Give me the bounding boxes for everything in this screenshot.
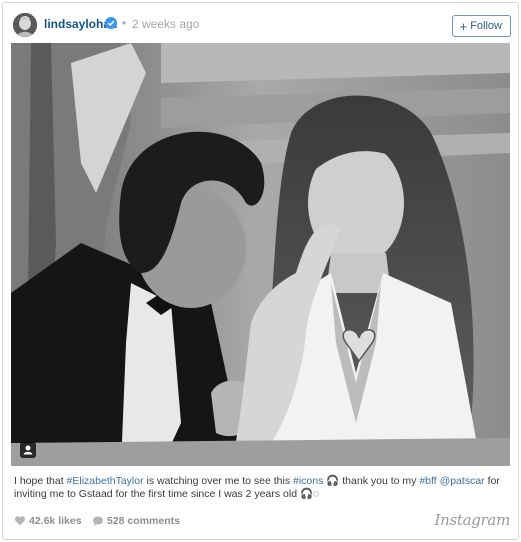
avatar[interactable] xyxy=(13,13,37,37)
comment-bubble-icon xyxy=(93,516,103,526)
verified-badge-icon xyxy=(105,17,117,29)
instagram-logo[interactable]: Instagram xyxy=(435,511,511,529)
hashtag-link[interactable]: #ElizabethTaylor xyxy=(67,475,144,487)
caption-text: I hope that xyxy=(14,475,67,487)
post-caption: I hope that #ElizabethTaylor is watching… xyxy=(14,475,506,501)
separator-dot: • xyxy=(122,16,127,30)
likes-label: 42.6k likes xyxy=(29,515,82,527)
comments-label: 528 comments xyxy=(107,515,180,527)
heart-icon xyxy=(15,516,25,525)
user-tag-icon[interactable] xyxy=(20,442,36,458)
plus-icon: + xyxy=(459,18,468,34)
likes-count[interactable]: 42.6k likes xyxy=(15,515,82,527)
instagram-embed-card: lindsaylohan • 2 weeks ago + Follow I ho… xyxy=(2,2,519,540)
hashtag-link[interactable]: #bff xyxy=(419,475,436,487)
mention-link[interactable]: @patscar xyxy=(440,475,485,487)
caption-text: is watching over me to see this xyxy=(143,475,293,487)
post-header: lindsaylohan • 2 weeks ago + Follow xyxy=(3,3,518,47)
hashtag-link[interactable]: #icons xyxy=(293,475,323,487)
comments-count[interactable]: 528 comments xyxy=(93,515,180,527)
follow-button[interactable]: + Follow xyxy=(451,15,511,37)
caption-text: 🎧 thank you to my xyxy=(323,475,420,487)
timestamp[interactable]: 2 weeks ago xyxy=(132,17,199,31)
post-photo[interactable] xyxy=(11,43,510,466)
follow-label: Follow xyxy=(470,20,502,32)
post-footer: 42.6k likes 528 comments Instagram xyxy=(3,509,518,531)
